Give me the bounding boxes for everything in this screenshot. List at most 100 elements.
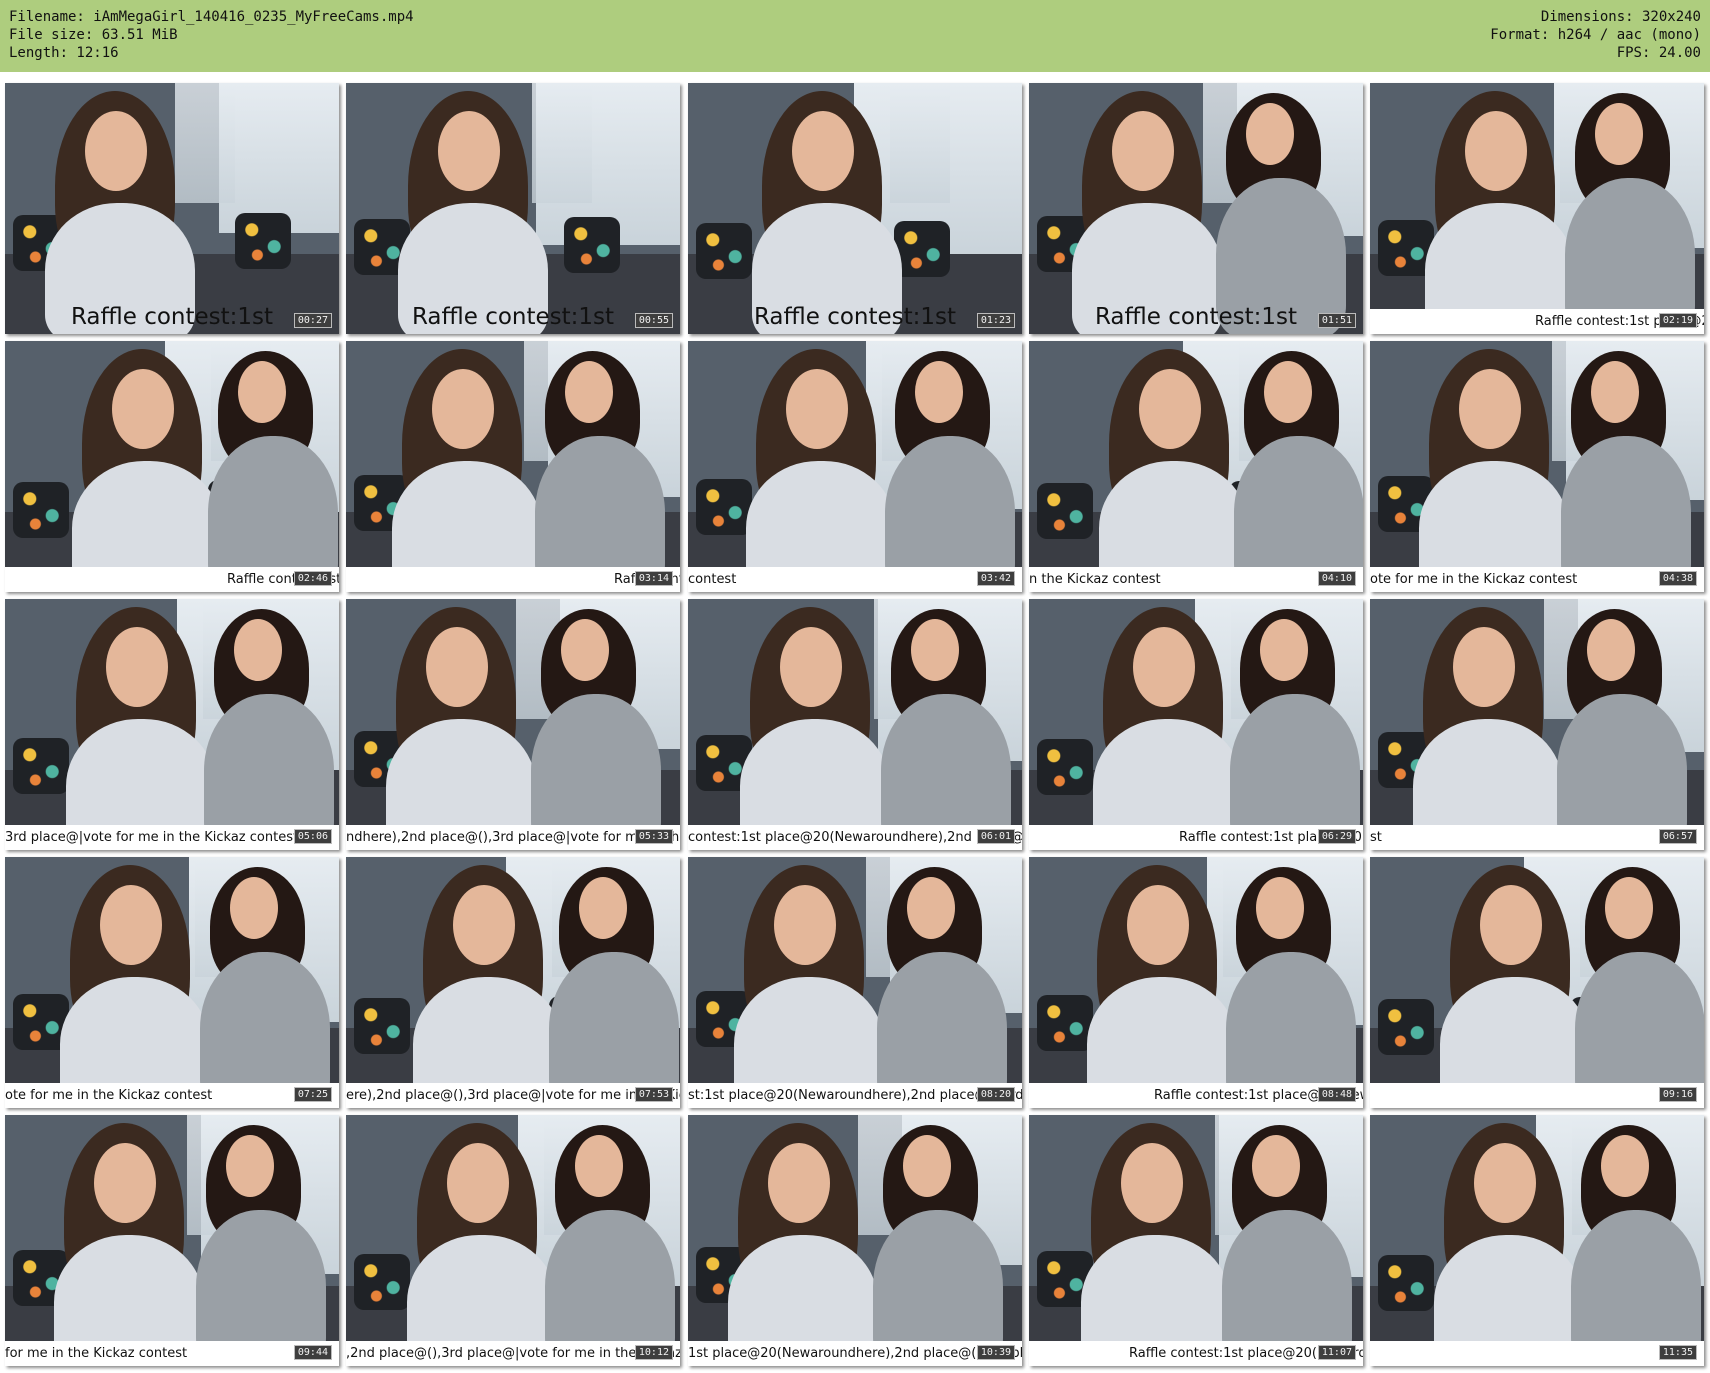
- overlay-caption: Raffle contest:1st: [411, 304, 615, 330]
- caption-bar: contest: [688, 567, 1022, 592]
- timestamp-badge: 04:10: [1317, 571, 1356, 586]
- filename-line: Filename: iAmMegaGirl_140416_0235_MyFree…: [9, 9, 414, 25]
- video-thumbnail[interactable]: contest 03:42: [688, 341, 1022, 592]
- video-thumbnail[interactable]: Raffle contest:1st place@20(Newaroundher…: [1029, 857, 1363, 1108]
- caption-bar: st: [1370, 825, 1704, 850]
- timestamp-badge: 00:27: [293, 313, 332, 328]
- caption-text: st:1st place@20(Newaroundhere),2nd place…: [688, 1088, 1022, 1103]
- frame-image: [5, 1115, 339, 1366]
- video-thumbnail[interactable]: 1st place@20(Newaroundhere),2nd place@()…: [688, 1115, 1022, 1366]
- video-thumbnail[interactable]: 09:16: [1370, 857, 1704, 1108]
- timestamp-badge: 06:57: [1658, 829, 1697, 844]
- timestamp-badge: 05:33: [634, 829, 673, 844]
- overlay-caption: Raffle contest:1st: [70, 304, 274, 330]
- video-thumbnail[interactable]: 3rd place@|vote for me in the Kickaz con…: [5, 599, 339, 850]
- video-thumbnail[interactable]: ndhere),2nd place@(),3rd place@|vote for…: [346, 599, 680, 850]
- video-thumbnail[interactable]: contest:1st place@20(Newaroundhere),2nd …: [688, 599, 1022, 850]
- video-thumbnail[interactable]: st 06:57: [1370, 599, 1704, 850]
- caption-bar: Raffle contest:1st place@20(Newaroundher…: [1029, 1341, 1363, 1366]
- video-thumbnail[interactable]: ote for me in the Kickaz contest 07:25: [5, 857, 339, 1108]
- caption-text: 3rd place@|vote for me in the Kickaz con…: [5, 830, 299, 845]
- timestamp-badge: 02:46: [293, 571, 332, 586]
- file-info-left: Filename: iAmMegaGirl_140416_0235_MyFree…: [9, 8, 414, 62]
- video-thumbnail[interactable]: Raffle contest:1st 00:55: [346, 83, 680, 334]
- timestamp-badge: 02:19: [1658, 313, 1697, 328]
- caption-bar: Raffle contest:1st place@20(Newaroundher…: [1029, 825, 1363, 850]
- frame-image: [346, 341, 680, 592]
- thumbnail-grid: Raffle contest:1st 00:27 Raffle contest:1s…: [5, 83, 1707, 1368]
- video-thumbnail[interactable]: ere),2nd place@(),3rd place@|vote for me…: [346, 857, 680, 1108]
- timestamp-badge: 05:06: [293, 829, 332, 844]
- video-thumbnail[interactable]: for me in the Kickaz contest 09:44: [5, 1115, 339, 1366]
- caption-bar: ndhere),2nd place@(),3rd place@|vote for…: [346, 825, 680, 850]
- video-thumbnail[interactable]: ,2nd place@(),3rd place@|vote for me in …: [346, 1115, 680, 1366]
- caption-text: ,2nd place@(),3rd place@|vote for me in …: [346, 1346, 680, 1361]
- video-thumbnail[interactable]: n the Kickaz contest 04:10: [1029, 341, 1363, 592]
- caption-bar: ,2nd place@(),3rd place@|vote for me in …: [346, 1341, 680, 1366]
- caption-bar: contest:1st place@20(Newaroundhere),2nd …: [688, 825, 1022, 850]
- caption-bar: n the Kickaz contest: [1029, 567, 1363, 592]
- frame-image: [5, 341, 339, 592]
- timestamp-badge: 01:51: [1317, 313, 1356, 328]
- caption-text: ndhere),2nd place@(),3rd place@|vote for…: [346, 830, 680, 845]
- frame-image: [688, 83, 1022, 334]
- timestamp-badge: 06:29: [1317, 829, 1356, 844]
- timestamp-badge: 08:20: [976, 1087, 1015, 1102]
- video-thumbnail[interactable]: Raffle contest03:14: [346, 341, 680, 592]
- frame-image: [688, 341, 1022, 592]
- caption-bar: 3rd place@|vote for me in the Kickaz con…: [5, 825, 339, 850]
- caption-bar: st:1st place@20(Newaroundhere),2nd place…: [688, 1083, 1022, 1108]
- timestamp-badge: 00:55: [634, 313, 673, 328]
- video-thumbnail[interactable]: Raffle contest:1st place@20(02:19: [1370, 83, 1704, 334]
- caption-text: st: [1370, 830, 1382, 845]
- caption-text: n the Kickaz contest: [1029, 572, 1161, 587]
- video-thumbnail[interactable]: Raffle contest:1st 02:46: [5, 341, 339, 592]
- frame-image: [1370, 341, 1704, 592]
- caption-text: for me in the Kickaz contest: [5, 1346, 188, 1361]
- timestamp-badge: 10:39: [976, 1345, 1015, 1360]
- caption-bar: [1370, 1083, 1704, 1108]
- timestamp-badge: 11:35: [1658, 1345, 1697, 1360]
- filesize-line: File size: 63.51 MiB: [9, 27, 178, 43]
- frame-image: [688, 599, 1022, 850]
- caption-bar: [1370, 1341, 1704, 1366]
- timestamp-badge: 04:38: [1658, 571, 1697, 586]
- timestamp-badge: 09:16: [1658, 1087, 1697, 1102]
- frame-image: [1370, 599, 1704, 850]
- video-thumbnail[interactable]: 11:35: [1370, 1115, 1704, 1366]
- caption-bar: ote for me in the Kickaz contest: [5, 1083, 339, 1108]
- video-thumbnail[interactable]: Raffle contest:1st place@20(Newaroundher…: [1029, 1115, 1363, 1366]
- timestamp-badge: 01:23: [976, 313, 1015, 328]
- length-line: Length: 12:16: [9, 45, 119, 61]
- caption-bar: Raffle contest:1st: [5, 567, 339, 592]
- frame-image: [1029, 599, 1363, 850]
- frame-image: [688, 857, 1022, 1108]
- video-thumbnail[interactable]: Raffle contest:1st 01:51: [1029, 83, 1363, 334]
- caption-text: 1st place@20(Newaroundhere),2nd place@()…: [688, 1346, 1022, 1361]
- video-thumbnail[interactable]: ote for me in the Kickaz contest 04:38: [1370, 341, 1704, 592]
- file-info-right: Dimensions: 320x240 Format: h264 / aac (…: [1490, 8, 1701, 62]
- overlay-caption: Raffle contest:1st: [753, 304, 957, 330]
- frame-image: [1029, 83, 1363, 334]
- format-line: Format: h264 / aac (mono): [1490, 27, 1701, 43]
- fps-line: FPS: 24.00: [1616, 45, 1701, 61]
- caption-bar: Raffle contest: [346, 567, 680, 592]
- frame-image: [5, 83, 339, 334]
- frame-image: [1370, 83, 1704, 334]
- caption-bar: 1st place@20(Newaroundhere),2nd place@()…: [688, 1341, 1022, 1366]
- info-header: Filename: iAmMegaGirl_140416_0235_MyFree…: [0, 0, 1710, 72]
- video-thumbnail[interactable]: Raffle contest:1st place@20(Newaroundher…: [1029, 599, 1363, 850]
- caption-bar: for me in the Kickaz contest: [5, 1341, 339, 1366]
- frame-image: [1370, 1115, 1704, 1366]
- timestamp-badge: 07:53: [634, 1087, 673, 1102]
- caption-text: contest: [688, 572, 737, 587]
- caption-text: ote for me in the Kickaz contest: [5, 1088, 213, 1103]
- overlay-caption: Raffle contest:1st: [1094, 304, 1298, 330]
- frame-image: [346, 83, 680, 334]
- video-thumbnail[interactable]: Raffle contest:1st 00:27: [5, 83, 339, 334]
- video-thumbnail[interactable]: Raffle contest:1st 01:23: [688, 83, 1022, 334]
- timestamp-badge: 06:01: [976, 829, 1015, 844]
- video-thumbnail[interactable]: st:1st place@20(Newaroundhere),2nd place…: [688, 857, 1022, 1108]
- timestamp-badge: 03:42: [976, 571, 1015, 586]
- dimensions-line: Dimensions: 320x240: [1540, 9, 1701, 25]
